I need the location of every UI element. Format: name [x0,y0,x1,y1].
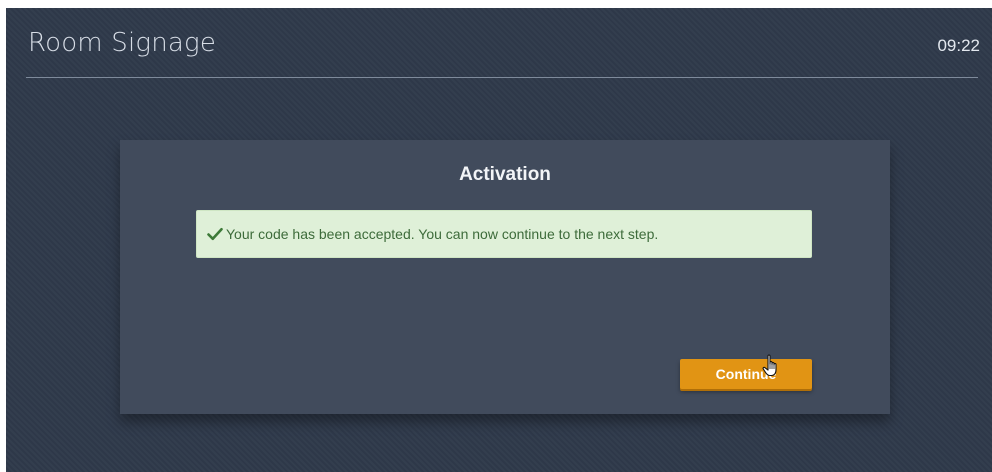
signage-screen: Room Signage 09:22 Activation Your code … [6,8,992,472]
clock: 09:22 [937,36,980,55]
app-title: Room Signage [28,28,217,58]
check-icon [207,227,223,241]
success-alert: Your code has been accepted. You can now… [196,210,812,258]
continue-button[interactable]: Continue [680,359,812,389]
header-divider [26,77,978,78]
success-message: Your code has been accepted. You can now… [226,226,659,242]
panel-title: Activation [459,164,551,185]
header: Room Signage 09:22 [6,8,992,78]
hand-pointer-icon [762,354,780,378]
